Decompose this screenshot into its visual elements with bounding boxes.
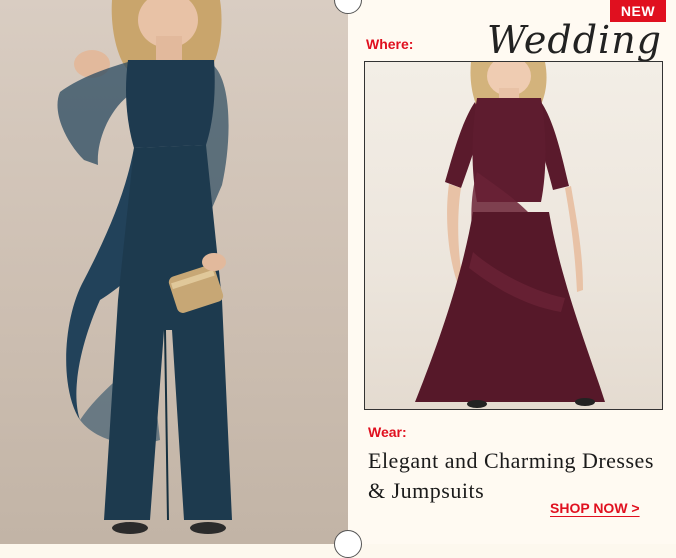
where-label: Where: xyxy=(366,36,414,52)
wear-label: Wear: xyxy=(368,424,407,440)
collection-headline: Elegant and Charming Dresses & Jumpsuits xyxy=(368,448,654,503)
dress-illustration xyxy=(415,62,605,408)
occasion-title: Wedding xyxy=(486,18,662,62)
jumpsuit-illustration xyxy=(57,0,232,534)
ticket-notch-bottom xyxy=(334,530,362,558)
shop-now-link[interactable]: SHOP NOW > xyxy=(550,500,640,516)
dress-model-photo[interactable] xyxy=(364,61,663,410)
jumpsuit-model-photo[interactable] xyxy=(0,0,348,544)
ad-banner[interactable]: NEW Where: Wedding Wear: Elegant and Cha… xyxy=(0,0,676,558)
